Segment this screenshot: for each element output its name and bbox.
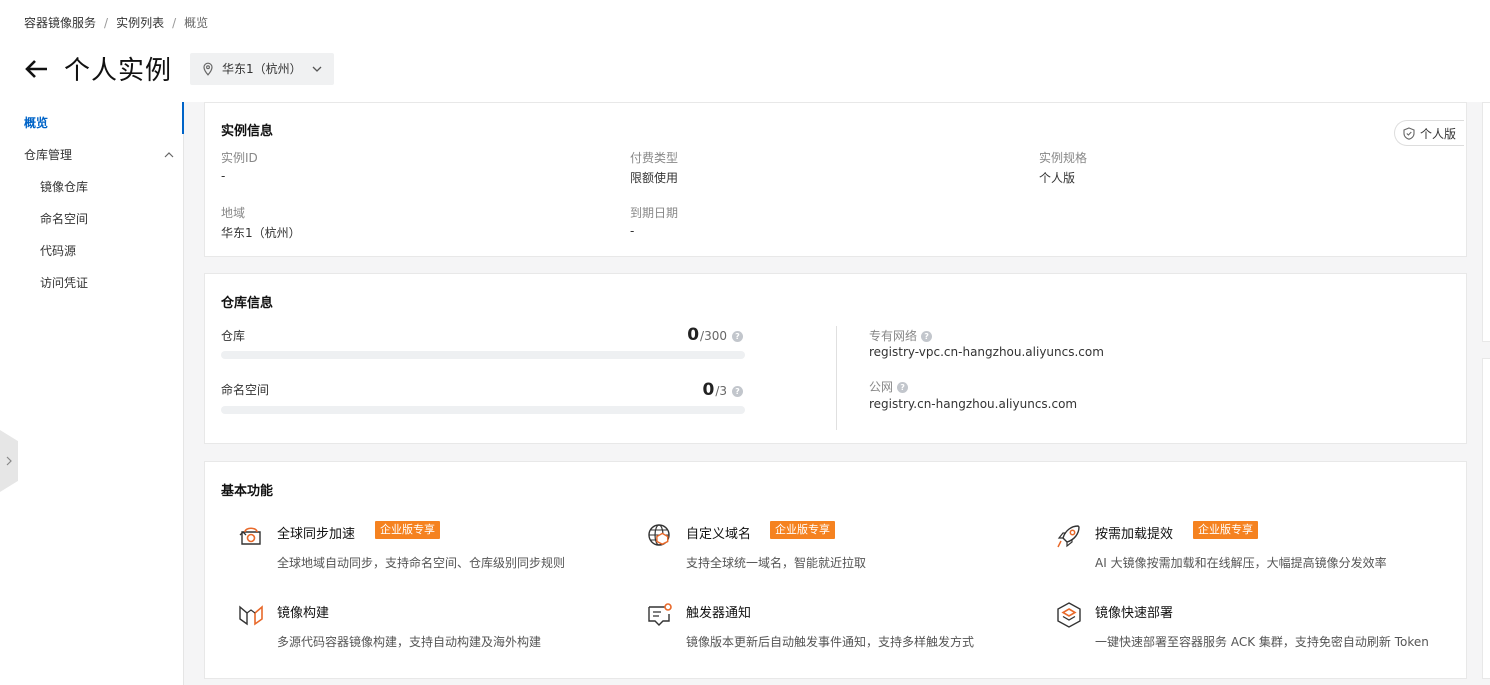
chevron-right-icon: [6, 456, 12, 466]
repo-count-label: 仓库: [221, 329, 246, 343]
namespace-count: 0 /3 ?: [702, 380, 743, 400]
help-icon[interactable]: ?: [732, 386, 743, 397]
breadcrumb-link-instances[interactable]: 实例列表: [116, 14, 164, 31]
feature-quick-deploy[interactable]: 镜像快速部署 一键快速部署至容器服务 ACK 集群，支持免密自动刷新 Token: [1039, 599, 1429, 649]
region-label: 地域: [221, 206, 246, 220]
feature-trigger-notification[interactable]: 触发器通知 镜像版本更新后自动触发事件通知，支持多样触发方式: [630, 599, 1010, 649]
namespace-count-label: 命名空间: [221, 383, 270, 397]
shield-check-icon: [1403, 126, 1415, 140]
instance-spec-label: 实例规格: [1039, 151, 1088, 165]
feature-custom-domain[interactable]: 自定义域名 企业版专享 支持全球统一域名，智能就近拉取: [630, 520, 1010, 570]
breadcrumb: 容器镜像服务 / 实例列表 / 概览: [24, 14, 208, 31]
sidebar: 概览 仓库管理 镜像仓库 命名空间 代码源 访问凭证: [0, 102, 184, 685]
breadcrumb-link-service[interactable]: 容器镜像服务: [24, 14, 96, 31]
instance-info-card: 实例信息 个人版 实例ID - 付费类型 限额使用 实例规格 个人版 地域 华东…: [204, 102, 1467, 257]
sidebar-item-image-repos[interactable]: 镜像仓库: [40, 178, 88, 195]
feature-desc: 全球地域自动同步，支持命名空间、仓库级别同步规则: [277, 556, 566, 570]
feature-global-sync[interactable]: 全球同步加速 企业版专享 全球地域自动同步，支持命名空间、仓库级别同步规则: [221, 520, 601, 570]
public-endpoint-value: registry.cn-hangzhou.aliyuncs.com: [869, 397, 1078, 411]
feature-image-build[interactable]: 镜像构建 多源代码容器镜像构建，支持自动构建及海外构建: [221, 599, 601, 649]
help-icon[interactable]: ?: [897, 382, 909, 393]
namespace-quota-bar: [221, 406, 745, 414]
enterprise-tag: 企业版专享: [770, 521, 835, 539]
billing-type-value: 限额使用: [630, 171, 679, 185]
sidebar-group-label: 仓库管理: [24, 148, 73, 162]
sidebar-item-code-source[interactable]: 代码源: [40, 242, 76, 259]
region-value: 华东1（杭州）: [221, 226, 301, 240]
page-header: 容器镜像服务 / 实例列表 / 概览 个人实例 华东1（杭州）: [0, 0, 1490, 102]
region-label: 华东1（杭州）: [222, 62, 302, 76]
feature-name: 镜像快速部署: [1095, 606, 1174, 621]
instance-id-label: 实例ID: [221, 151, 258, 165]
sidebar-item-access-credentials[interactable]: 访问凭证: [40, 274, 88, 291]
edition-badge: 个人版: [1393, 120, 1464, 146]
instance-spec-value: 个人版: [1039, 171, 1076, 185]
repo-count-used: 0: [687, 325, 700, 345]
repo-count-total: /300: [700, 329, 727, 343]
repo-info-card: 仓库信息 仓库 0 /300 ? 命名空间 0 /3 ? 专有网络? regis…: [204, 273, 1467, 444]
features-card: 基本功能 全球同步加速 企业版专享 全球地域自动同步，支持命名空间、仓库级别同步…: [204, 461, 1467, 679]
title-row: 个人实例 华东1（杭州）: [24, 50, 335, 87]
feature-name: 按需加载提效: [1095, 527, 1174, 542]
namespace-count-used: 0: [702, 380, 715, 400]
help-icon[interactable]: ?: [732, 331, 743, 342]
feature-name: 全球同步加速: [277, 527, 356, 542]
repo-quota-bar: [221, 351, 745, 359]
build-icon: [237, 601, 265, 629]
public-endpoint-label: 公网?: [869, 378, 909, 395]
breadcrumb-separator: /: [172, 15, 177, 30]
right-panel-edge: [1482, 358, 1490, 679]
feature-on-demand-loading[interactable]: 按需加载提效 企业版专享 AI 大镜像按需加载和在线解压，大幅提高镜像分发效率: [1039, 520, 1419, 570]
feature-desc: 镜像版本更新后自动触发事件通知，支持多样触发方式: [686, 635, 975, 649]
features-title: 基本功能: [221, 484, 274, 499]
namespace-count-total: /3: [715, 384, 727, 398]
divider: [836, 326, 837, 430]
feature-desc: 一键快速部署至容器服务 ACK 集群，支持免密自动刷新 Token: [1095, 635, 1429, 649]
sidebar-item-namespaces[interactable]: 命名空间: [40, 210, 88, 227]
feature-name: 镜像构建: [277, 606, 330, 621]
repo-count: 0 /300 ?: [687, 325, 743, 345]
enterprise-tag: 企业版专享: [1193, 521, 1258, 539]
rocket-icon: [1055, 522, 1083, 550]
sidebar-group-repo-management[interactable]: 仓库管理: [24, 146, 174, 163]
billing-type-label: 付费类型: [630, 151, 679, 165]
chevron-up-icon: [164, 151, 174, 157]
help-icon[interactable]: ?: [921, 331, 933, 342]
global-sync-icon: [237, 522, 265, 550]
expiry-date-value: -: [630, 224, 635, 238]
breadcrumb-separator: /: [104, 15, 109, 30]
feature-name: 触发器通知: [686, 606, 752, 621]
page-title: 个人实例: [64, 56, 173, 86]
vpc-label-text: 专有网络: [869, 329, 918, 343]
globe-icon: [646, 522, 674, 550]
repo-info-title: 仓库信息: [221, 296, 274, 311]
instance-info-title: 实例信息: [221, 124, 274, 139]
vpc-endpoint-value: registry-vpc.cn-hangzhou.aliyuncs.com: [869, 345, 1104, 359]
right-panel-edge: [1482, 102, 1490, 342]
back-arrow-icon[interactable]: [24, 56, 50, 82]
feature-desc: AI 大镜像按需加载和在线解压，大幅提高镜像分发效率: [1095, 556, 1387, 570]
sidebar-item-overview[interactable]: 概览: [24, 114, 48, 131]
region-select[interactable]: 华东1（杭州）: [190, 52, 335, 85]
expiry-date-label: 到期日期: [630, 206, 679, 220]
location-pin-icon: [203, 62, 213, 76]
enterprise-tag: 企业版专享: [375, 521, 440, 539]
vpc-endpoint-label: 专有网络?: [869, 327, 933, 344]
breadcrumb-current: 概览: [184, 16, 209, 30]
public-label-text: 公网: [869, 380, 894, 394]
instance-id-value: -: [221, 169, 226, 183]
feature-desc: 支持全球统一域名，智能就近拉取: [686, 556, 867, 570]
edition-badge-label: 个人版: [1419, 126, 1456, 141]
chevron-down-icon: [312, 66, 322, 72]
deploy-icon: [1055, 601, 1083, 629]
notification-icon: [646, 601, 674, 629]
feature-desc: 多源代码容器镜像构建，支持自动构建及海外构建: [277, 635, 542, 649]
active-indicator: [182, 102, 184, 134]
feature-name: 自定义域名: [686, 527, 752, 542]
